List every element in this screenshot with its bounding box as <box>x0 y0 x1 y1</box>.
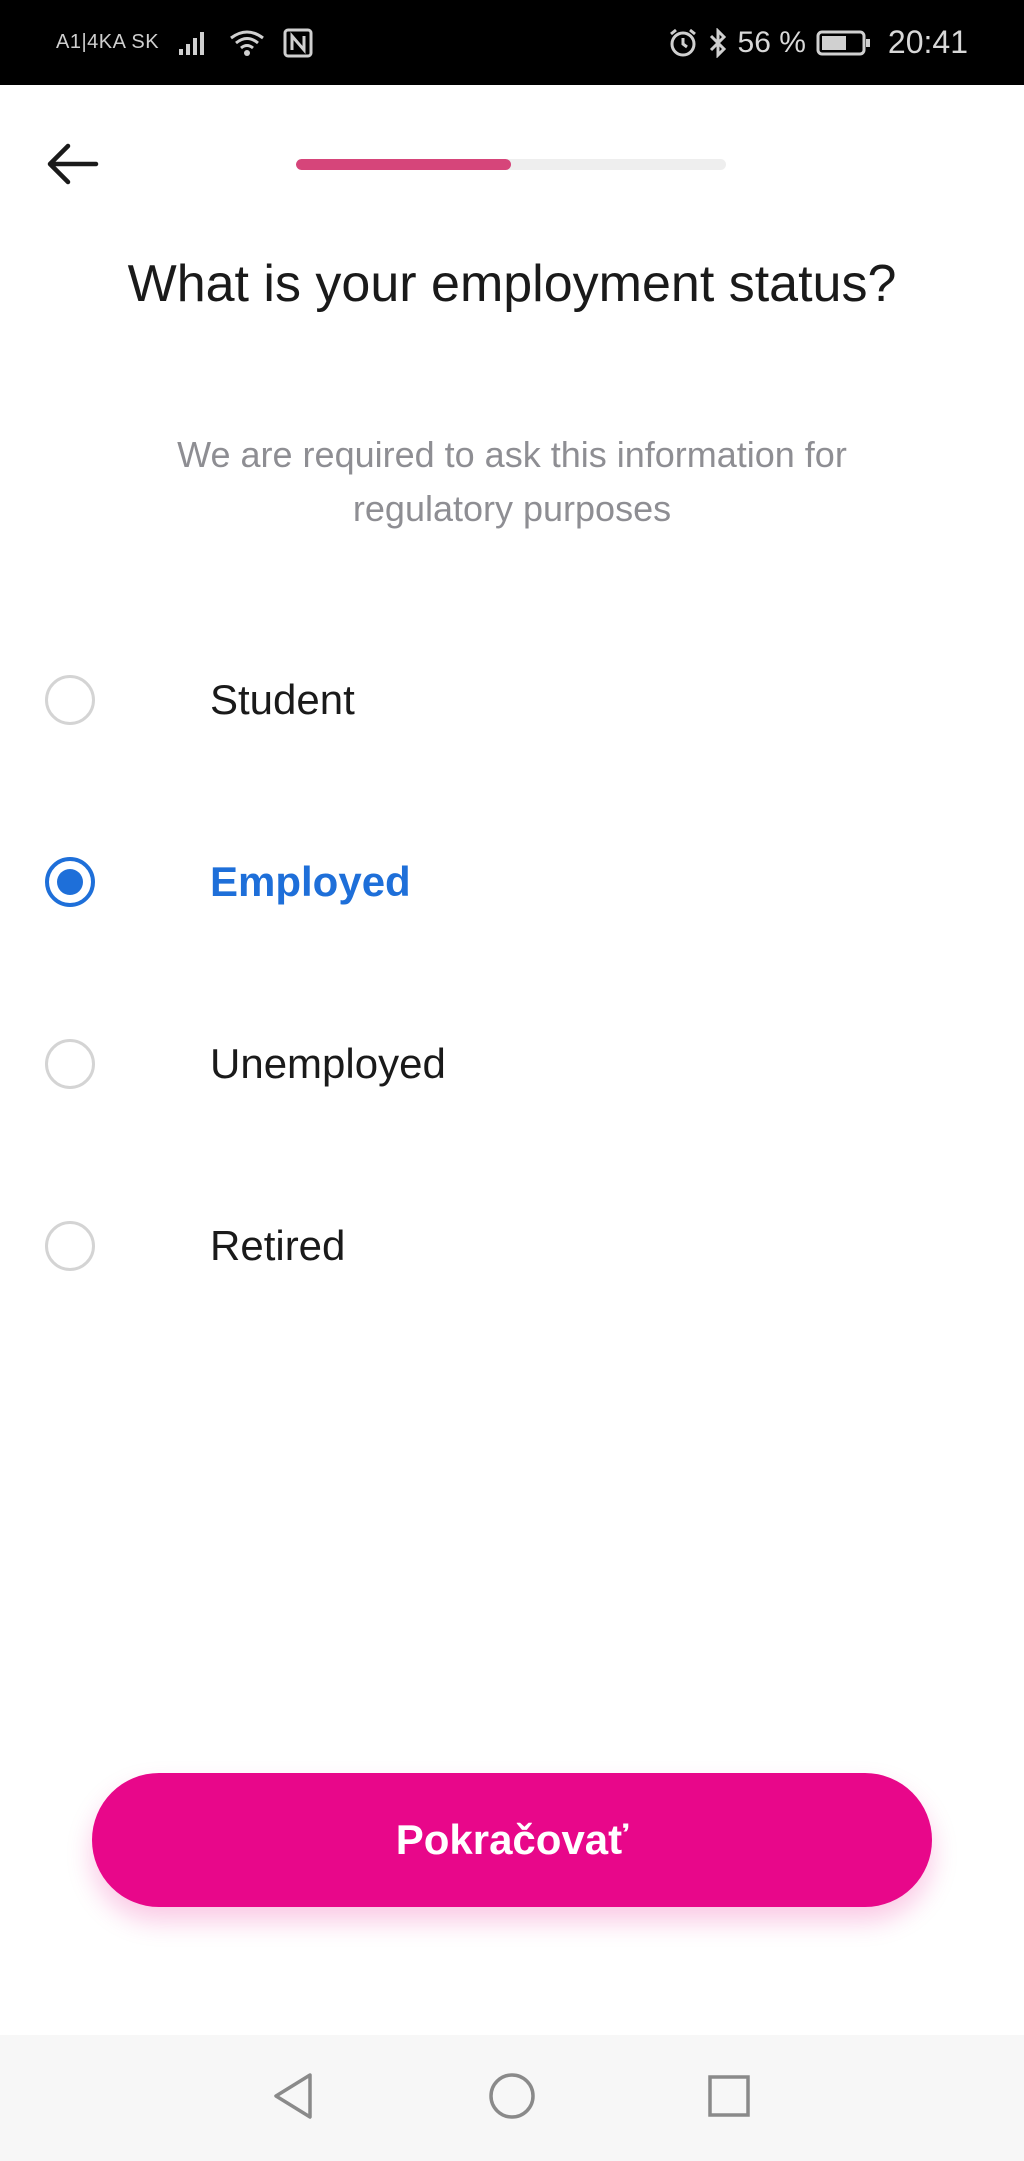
bluetooth-icon <box>708 27 728 58</box>
nav-recents-button[interactable] <box>674 2035 784 2161</box>
option-unemployed[interactable]: Unemployed <box>0 1004 1024 1124</box>
option-student[interactable]: Student <box>0 640 1024 760</box>
home-circle-icon <box>487 2071 537 2126</box>
radio-button[interactable] <box>45 1221 95 1271</box>
status-left: A1|4KA SK <box>56 0 313 85</box>
back-triangle-icon <box>270 2071 316 2126</box>
page-subtitle: We are required to ask this information … <box>177 434 847 529</box>
progress-bar <box>296 159 726 170</box>
nav-home-button[interactable] <box>457 2035 567 2161</box>
signal-icon <box>177 29 211 57</box>
alarm-icon <box>668 28 698 58</box>
option-label: Student <box>210 676 355 723</box>
radio-button[interactable] <box>45 1039 95 1089</box>
carrier-label: A1|4KA SK <box>56 31 160 53</box>
option-label: Employed <box>210 858 411 905</box>
back-button[interactable] <box>36 130 108 202</box>
progress-fill <box>296 159 511 170</box>
status-right: 56 % 20:41 <box>668 0 968 85</box>
wifi-icon <box>229 29 265 57</box>
radio-button[interactable] <box>45 857 95 907</box>
nav-back-button[interactable] <box>238 2035 348 2161</box>
recents-square-icon <box>706 2073 752 2124</box>
battery-percent: 56 % <box>737 25 806 59</box>
arrow-left-icon <box>44 140 100 193</box>
clock: 20:41 <box>887 24 968 60</box>
page-title: What is your employment status? <box>127 255 897 313</box>
option-retired[interactable]: Retired <box>0 1186 1024 1306</box>
option-label: Retired <box>210 1222 346 1269</box>
radio-button[interactable] <box>45 675 95 725</box>
battery-icon <box>816 29 872 57</box>
option-label: Unemployed <box>210 1040 446 1087</box>
continue-button[interactable]: Pokračovať <box>92 1773 932 1907</box>
nfc-icon <box>283 28 313 58</box>
screen: A1|4KA SK 56 % 20:41 What is your employ… <box>0 0 1024 2161</box>
system-nav-bar <box>0 2035 1024 2161</box>
option-employed[interactable]: Employed <box>0 822 1024 942</box>
status-bar: A1|4KA SK 56 % 20:41 <box>0 0 1024 85</box>
